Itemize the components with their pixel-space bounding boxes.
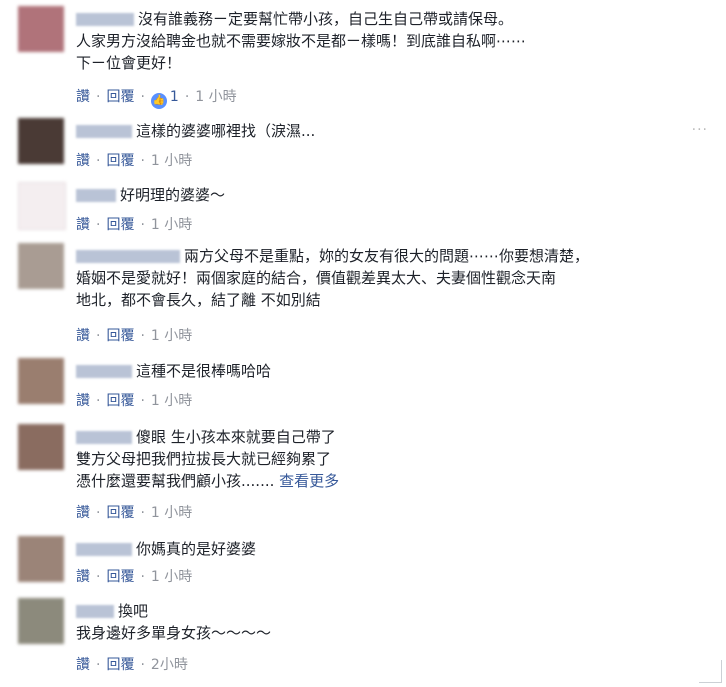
comment-text: 這種不是很棒嗎哈哈 bbox=[136, 362, 272, 380]
avatar[interactable] bbox=[18, 243, 64, 289]
comment-actions: 讚 · 回覆 · 1 小時 bbox=[76, 153, 193, 169]
reply-button[interactable]: 回覆 bbox=[106, 657, 134, 673]
author-name[interactable] bbox=[76, 189, 116, 202]
author-name[interactable] bbox=[76, 13, 134, 26]
timestamp[interactable]: 1 小時 bbox=[151, 153, 192, 169]
timestamp[interactable]: 1 小時 bbox=[151, 505, 192, 521]
timestamp[interactable]: 2小時 bbox=[151, 657, 188, 673]
avatar[interactable] bbox=[18, 182, 66, 230]
comment-text: 人家男方沒給聘金也就不需要嫁妝不是都ㄧ樣嗎！到底誰自私啊⋯⋯ bbox=[76, 32, 527, 50]
comment-body: 沒有誰義務ㄧ定要幫忙帶小孩，自己生自己帶或請保母。 人家男方沒給聘金也就不需要嫁… bbox=[76, 8, 686, 74]
comment-body: 你媽真的是好婆婆 bbox=[76, 538, 686, 560]
comment-body: 兩方父母不是重點，妳的女友有很大的問題⋯⋯你要想清楚， 婚姻不是愛就好！兩個家庭… bbox=[76, 245, 686, 311]
comment-text: 這樣的婆婆哪裡找（淚濕... bbox=[136, 122, 316, 140]
author-name[interactable] bbox=[76, 605, 114, 618]
comment-text: 好明理的婆婆～ bbox=[120, 186, 226, 204]
reply-button[interactable]: 回覆 bbox=[106, 393, 134, 409]
more-options-icon[interactable]: ··· bbox=[692, 122, 708, 138]
like-button[interactable]: 讚 bbox=[76, 393, 90, 409]
avatar[interactable] bbox=[18, 358, 64, 404]
comment-actions: 讚 · 回覆 · 1 小時 bbox=[76, 328, 193, 344]
timestamp[interactable]: 1 小時 bbox=[151, 328, 192, 344]
avatar[interactable] bbox=[18, 598, 64, 644]
comment-text: 沒有誰義務ㄧ定要幫忙帶小孩，自己生自己帶或請保母。 bbox=[138, 10, 514, 28]
reply-button[interactable]: 回覆 bbox=[106, 153, 134, 169]
author-name[interactable] bbox=[76, 431, 132, 444]
comment-body: 換吧 我身邊好多單身女孩～～～～ bbox=[76, 600, 686, 644]
author-name[interactable] bbox=[76, 543, 132, 556]
timestamp[interactable]: 1 小時 bbox=[151, 393, 192, 409]
comment-text: 傻眼 生小孩本來就要自己帶了 bbox=[136, 428, 336, 446]
reaction-count[interactable]: 1 bbox=[170, 89, 179, 105]
like-button[interactable]: 讚 bbox=[76, 153, 90, 169]
author-name[interactable] bbox=[76, 250, 180, 263]
like-button[interactable]: 讚 bbox=[76, 657, 90, 673]
comment-actions: 讚 · 回覆 · 1 小時 bbox=[76, 217, 193, 233]
thumbs-up-icon[interactable]: 👍 bbox=[150, 93, 167, 109]
see-more-link[interactable]: 查看更多 bbox=[279, 472, 339, 490]
avatar[interactable] bbox=[18, 424, 64, 470]
comment-actions: 讚 · 回覆 · 1 小時 bbox=[76, 505, 193, 521]
comment-body: 這樣的婆婆哪裡找（淚濕... bbox=[76, 120, 686, 142]
avatar[interactable] bbox=[18, 6, 64, 52]
resize-handle-icon[interactable] bbox=[699, 660, 722, 683]
comment-actions: 讚 · 回覆 · 1 小時 bbox=[76, 393, 193, 409]
reply-button[interactable]: 回覆 bbox=[106, 505, 134, 521]
comment-body: 好明理的婆婆～ bbox=[76, 184, 686, 206]
timestamp[interactable]: 1 小時 bbox=[151, 569, 192, 585]
comment-text: 兩方父母不是重點，妳的女友有很大的問題⋯⋯你要想清楚， bbox=[184, 247, 590, 265]
author-name[interactable] bbox=[76, 365, 132, 378]
comment-body: 傻眼 生小孩本來就要自己帶了 雙方父母把我們拉拔長大就已經夠累了 憑什麼還要幫我… bbox=[76, 426, 686, 492]
timestamp[interactable]: 1 小時 bbox=[195, 89, 236, 105]
comment-text: 換吧 bbox=[118, 602, 149, 620]
reply-button[interactable]: 回覆 bbox=[106, 217, 134, 233]
comment-text: 婚姻不是愛就好！兩個家庭的結合，價值觀差異太大、夫妻個性觀念天南 bbox=[76, 269, 557, 287]
comment-text: 下ㄧ位會更好！ bbox=[76, 54, 182, 72]
comment-text: 地北，都不會長久，結了離 不如別結 bbox=[76, 291, 321, 309]
reply-button[interactable]: 回覆 bbox=[106, 569, 134, 585]
avatar[interactable] bbox=[18, 118, 64, 164]
avatar[interactable] bbox=[18, 536, 64, 582]
like-button[interactable]: 讚 bbox=[76, 89, 90, 105]
comment-actions: 讚 · 回覆 · 👍 1 · 1 小時 bbox=[76, 86, 237, 109]
comment-text: 憑什麼還要幫我們顧小孩....... bbox=[76, 472, 275, 490]
like-button[interactable]: 讚 bbox=[76, 217, 90, 233]
reply-button[interactable]: 回覆 bbox=[106, 89, 134, 105]
like-button[interactable]: 讚 bbox=[76, 569, 90, 585]
comment-text: 我身邊好多單身女孩～～～～ bbox=[76, 624, 272, 642]
reply-button[interactable]: 回覆 bbox=[106, 328, 134, 344]
author-name[interactable] bbox=[76, 125, 132, 138]
comment-actions: 讚 · 回覆 · 2小時 bbox=[76, 657, 188, 673]
like-button[interactable]: 讚 bbox=[76, 328, 90, 344]
comment-text: 你媽真的是好婆婆 bbox=[136, 540, 257, 558]
timestamp[interactable]: 1 小時 bbox=[151, 217, 192, 233]
comment-actions: 讚 · 回覆 · 1 小時 bbox=[76, 569, 193, 585]
comment-body: 這種不是很棒嗎哈哈 bbox=[76, 360, 686, 382]
comment-text: 雙方父母把我們拉拔長大就已經夠累了 bbox=[76, 450, 332, 468]
like-button[interactable]: 讚 bbox=[76, 505, 90, 521]
